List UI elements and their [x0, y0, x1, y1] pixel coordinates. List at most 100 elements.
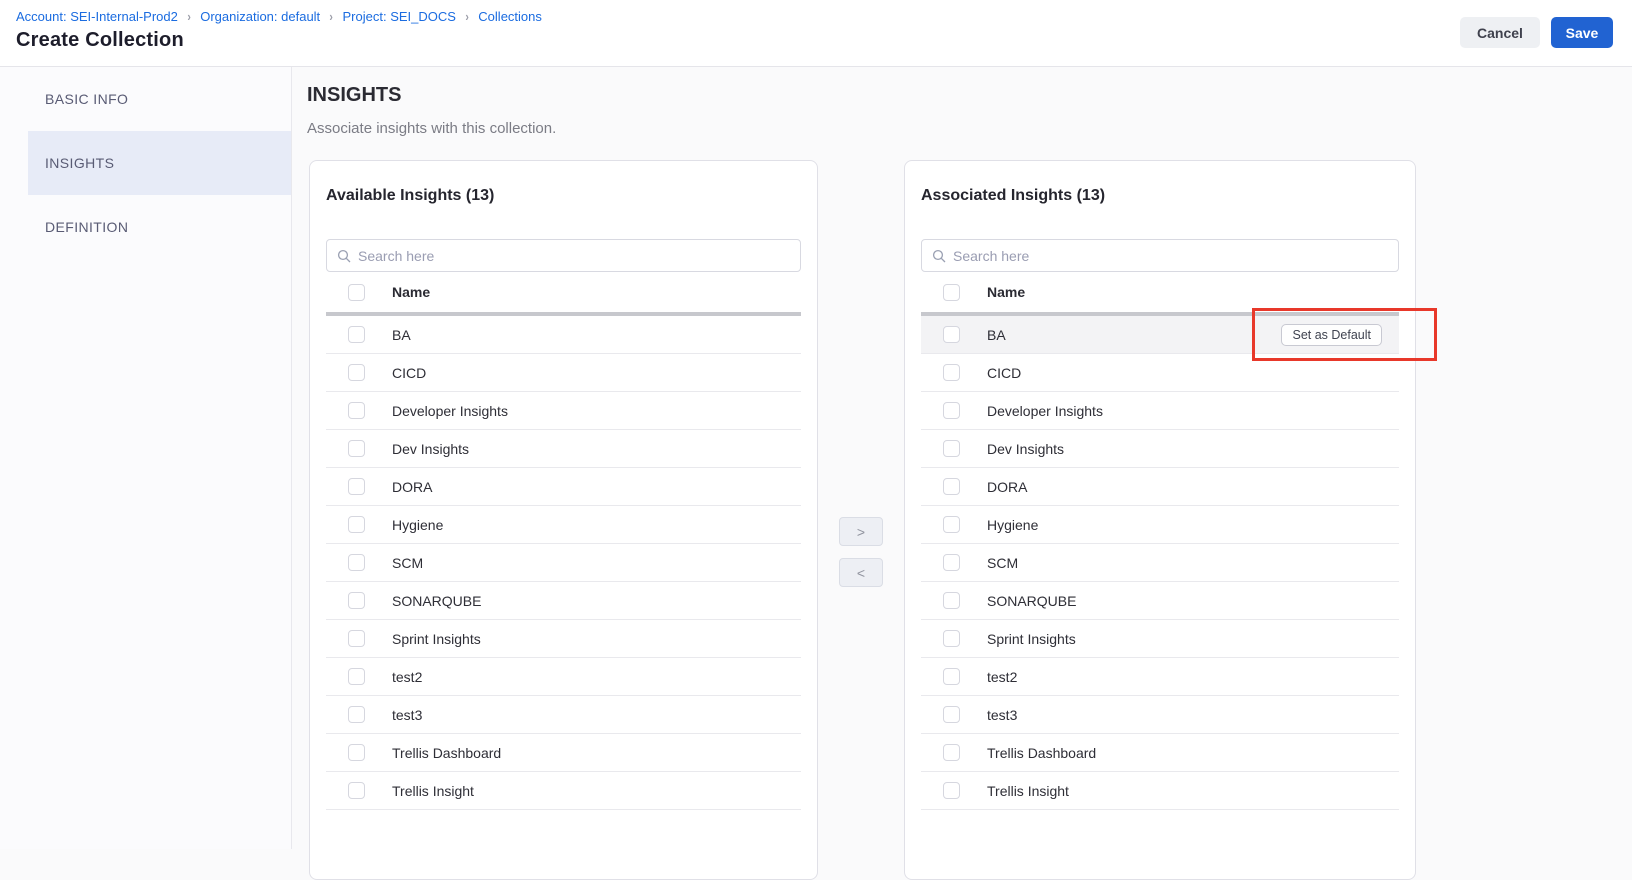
- row-checkbox[interactable]: [348, 630, 365, 647]
- sidebar-item-definition[interactable]: DEFINITION: [28, 195, 291, 259]
- insight-name: Trellis Insight: [987, 783, 1069, 799]
- table-row[interactable]: test2: [326, 658, 801, 696]
- insight-name: SONARQUBE: [392, 593, 481, 609]
- sidebar-item-insights[interactable]: INSIGHTS: [28, 131, 291, 195]
- row-checkbox[interactable]: [943, 554, 960, 571]
- page-title: Create Collection: [16, 29, 1632, 52]
- insight-name: test3: [392, 707, 422, 723]
- insight-name: SCM: [392, 555, 423, 571]
- table-row[interactable]: Dev Insights: [921, 430, 1399, 468]
- chevron-right-icon: >: [857, 524, 865, 540]
- insight-name: Trellis Dashboard: [987, 745, 1096, 761]
- insight-name: Developer Insights: [392, 403, 508, 419]
- cancel-button[interactable]: Cancel: [1460, 17, 1540, 48]
- row-checkbox[interactable]: [348, 782, 365, 799]
- table-row[interactable]: Trellis Insight: [921, 772, 1399, 810]
- sidebar-item-basic-info[interactable]: BASIC INFO: [28, 67, 291, 131]
- row-checkbox[interactable]: [943, 668, 960, 685]
- row-checkbox[interactable]: [943, 592, 960, 609]
- insight-name: Dev Insights: [392, 441, 469, 457]
- table-row-highlighted[interactable]: BA Set as Default: [921, 316, 1399, 354]
- chevron-right-icon: ›: [187, 9, 190, 24]
- table-row[interactable]: SONARQUBE: [326, 582, 801, 620]
- row-checkbox[interactable]: [943, 326, 960, 343]
- row-checkbox[interactable]: [943, 478, 960, 495]
- set-as-default-button[interactable]: Set as Default: [1281, 324, 1382, 346]
- available-insights-title: Available Insights (13): [326, 187, 801, 205]
- row-checkbox[interactable]: [943, 516, 960, 533]
- associated-search-input[interactable]: [953, 248, 1388, 264]
- row-checkbox[interactable]: [943, 440, 960, 457]
- row-checkbox[interactable]: [943, 630, 960, 647]
- insight-name: Trellis Insight: [392, 783, 474, 799]
- row-checkbox[interactable]: [348, 326, 365, 343]
- row-checkbox[interactable]: [348, 516, 365, 533]
- insight-name: DORA: [392, 479, 432, 495]
- insight-name: BA: [987, 327, 1006, 343]
- row-checkbox[interactable]: [348, 592, 365, 609]
- name-column-header: Name: [987, 284, 1025, 300]
- search-icon: [932, 249, 946, 263]
- table-row[interactable]: DORA: [921, 468, 1399, 506]
- move-left-button[interactable]: <: [839, 558, 883, 587]
- move-right-button[interactable]: >: [839, 517, 883, 546]
- table-row[interactable]: test2: [921, 658, 1399, 696]
- table-row[interactable]: Hygiene: [326, 506, 801, 544]
- section-subheading: Associate insights with this collection.: [307, 119, 1632, 139]
- table-row[interactable]: Trellis Dashboard: [921, 734, 1399, 772]
- transfer-controls: > <: [818, 160, 904, 880]
- table-row[interactable]: DORA: [326, 468, 801, 506]
- table-row[interactable]: SONARQUBE: [921, 582, 1399, 620]
- row-checkbox[interactable]: [943, 782, 960, 799]
- table-row[interactable]: BA: [326, 316, 801, 354]
- table-row[interactable]: Trellis Insight: [326, 772, 801, 810]
- table-row[interactable]: Sprint Insights: [326, 620, 801, 658]
- breadcrumb-organization-link[interactable]: Organization: default: [200, 9, 320, 24]
- table-row[interactable]: Hygiene: [921, 506, 1399, 544]
- search-icon: [337, 249, 351, 263]
- row-checkbox[interactable]: [348, 402, 365, 419]
- header-actions: Cancel Save: [1460, 17, 1613, 48]
- table-row[interactable]: Trellis Dashboard: [326, 734, 801, 772]
- content-area: BASIC INFO INSIGHTS DEFINITION INSIGHTS …: [0, 67, 1632, 849]
- insight-name: Dev Insights: [987, 441, 1064, 457]
- insight-panels: Available Insights (13) Name BA CICD Dev…: [307, 160, 1632, 880]
- row-checkbox[interactable]: [348, 440, 365, 457]
- available-search-input[interactable]: [358, 248, 790, 264]
- table-row[interactable]: CICD: [921, 354, 1399, 392]
- section-heading: INSIGHTS: [307, 83, 1632, 107]
- insight-name: BA: [392, 327, 411, 343]
- table-row[interactable]: test3: [921, 696, 1399, 734]
- save-button[interactable]: Save: [1551, 17, 1613, 48]
- insight-name: CICD: [392, 365, 426, 381]
- table-row[interactable]: Developer Insights: [326, 392, 801, 430]
- row-checkbox[interactable]: [943, 744, 960, 761]
- row-checkbox[interactable]: [348, 478, 365, 495]
- table-row[interactable]: test3: [326, 696, 801, 734]
- row-checkbox[interactable]: [943, 706, 960, 723]
- available-insights-card: Available Insights (13) Name BA CICD Dev…: [309, 160, 818, 880]
- associated-table-header: Name: [921, 272, 1399, 312]
- select-all-checkbox[interactable]: [348, 284, 365, 301]
- row-checkbox[interactable]: [348, 364, 365, 381]
- breadcrumb-collections-link[interactable]: Collections: [478, 9, 542, 24]
- select-all-checkbox[interactable]: [943, 284, 960, 301]
- row-checkbox[interactable]: [348, 706, 365, 723]
- breadcrumb-account-link[interactable]: Account: SEI-Internal-Prod2: [16, 9, 178, 24]
- table-row[interactable]: SCM: [326, 544, 801, 582]
- breadcrumb-project-link[interactable]: Project: SEI_DOCS: [343, 9, 456, 24]
- insight-name: SCM: [987, 555, 1018, 571]
- table-row[interactable]: SCM: [921, 544, 1399, 582]
- row-checkbox[interactable]: [348, 668, 365, 685]
- table-row[interactable]: Developer Insights: [921, 392, 1399, 430]
- row-checkbox[interactable]: [943, 402, 960, 419]
- table-row[interactable]: CICD: [326, 354, 801, 392]
- row-checkbox[interactable]: [348, 744, 365, 761]
- row-checkbox[interactable]: [943, 364, 960, 381]
- table-row[interactable]: Dev Insights: [326, 430, 801, 468]
- table-row[interactable]: Sprint Insights: [921, 620, 1399, 658]
- chevron-right-icon: ›: [330, 9, 333, 24]
- insight-name: test2: [392, 669, 422, 685]
- row-checkbox[interactable]: [348, 554, 365, 571]
- insight-name: test3: [987, 707, 1017, 723]
